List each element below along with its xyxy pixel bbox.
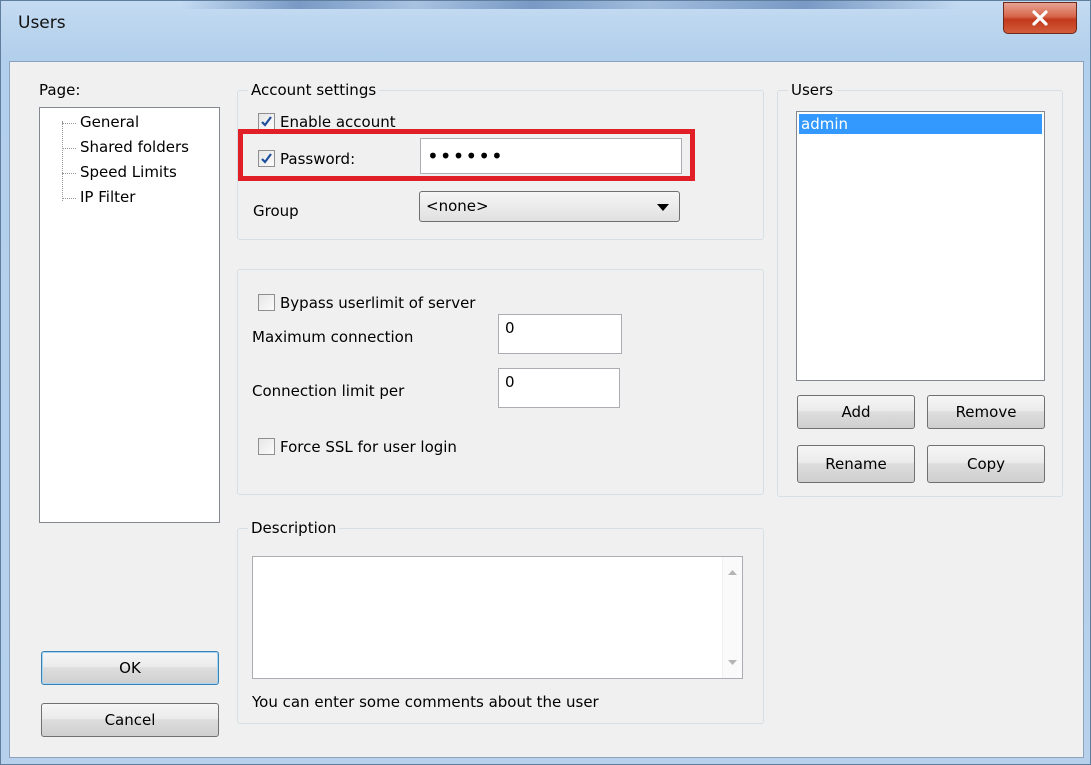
force-ssl-checkbox[interactable] [258, 438, 275, 455]
page-label: Page: [39, 81, 81, 99]
window-title: Users [18, 13, 66, 33]
scroll-up-icon [728, 570, 737, 575]
conn-limit-per-label: Connection limit per [252, 382, 405, 400]
description-caption: Description [248, 519, 340, 537]
description-hint: You can enter some comments about the us… [252, 693, 599, 711]
password-highlight-box [238, 129, 695, 181]
checkmark-icon [261, 116, 272, 127]
cancel-button[interactable]: Cancel [41, 703, 219, 737]
users-dialog-window: Users Page: General Shared folders Speed… [0, 0, 1091, 765]
copy-user-button[interactable]: Copy [927, 445, 1045, 483]
add-user-button[interactable]: Add [797, 395, 915, 429]
close-icon [1032, 10, 1048, 26]
tree-connector [62, 121, 63, 201]
force-ssl-label: Force SSL for user login [280, 438, 457, 456]
group-label: Group [253, 202, 299, 220]
page-tree[interactable]: General Shared folders Speed Limits IP F… [39, 107, 220, 523]
ok-button[interactable]: OK [41, 651, 219, 685]
close-button[interactable] [1003, 2, 1077, 34]
user-list-item[interactable]: admin [799, 114, 1042, 134]
group-select-value: <none> [426, 197, 489, 215]
enable-account-checkbox[interactable] [258, 113, 275, 130]
users-listbox[interactable]: admin [796, 111, 1045, 381]
account-settings-caption: Account settings [248, 81, 380, 99]
bypass-userlimit-label: Bypass userlimit of server [280, 294, 476, 312]
dropdown-arrow-icon [657, 204, 669, 211]
titlebar-decoration [181, 1, 961, 9]
scroll-down-icon [728, 660, 737, 665]
users-caption: Users [788, 81, 837, 99]
bypass-userlimit-checkbox[interactable] [258, 294, 275, 311]
conn-limit-per-input[interactable]: 0 [498, 368, 620, 408]
remove-user-button[interactable]: Remove [927, 395, 1045, 429]
group-select[interactable]: <none> [419, 191, 680, 222]
rename-user-button[interactable]: Rename [797, 445, 915, 483]
max-connection-input[interactable]: 0 [498, 314, 622, 354]
max-connection-label: Maximum connection [252, 328, 414, 346]
description-textarea[interactable] [252, 556, 743, 679]
description-scrollbar[interactable] [722, 557, 742, 678]
